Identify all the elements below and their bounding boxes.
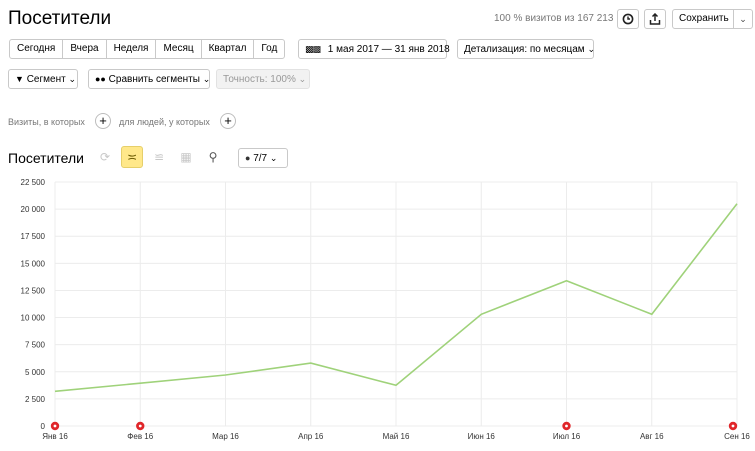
plus-icon: + [224,113,232,128]
y-tick-label: 7 500 [25,341,46,350]
chevron-down-icon: ⌄ [587,44,595,54]
y-tick-label: 20 000 [21,205,46,214]
compare-segments-label: Сравнить сегменты [108,74,200,85]
y-tick-label: 15 000 [21,259,46,268]
x-tick-label: Авг 16 [640,432,664,441]
period-selector: Сегодня Вчера Неделя Месяц Квартал Год [9,39,286,59]
y-tick-label: 2 500 [25,395,46,404]
compare-icon: ●● [95,74,106,84]
chevron-down-icon: ⌄ [202,74,211,84]
period-yesterday-button[interactable]: Вчера [62,39,107,59]
period-today-button[interactable]: Сегодня [9,39,64,59]
x-tick-label: Май 16 [383,432,410,441]
y-tick-label: 5 000 [25,368,46,377]
y-tick-label: 10 000 [21,314,46,323]
chevron-down-icon: ⌄ [739,14,747,24]
annotation-marker-icon[interactable] [50,421,60,431]
visits-filter-label: Визиты, в которых [8,117,85,127]
page-title: Посетители [8,8,112,29]
add-visit-filter-button[interactable]: + [95,113,111,129]
date-range-button[interactable]: ▩▩ 1 мая 2017 — 31 янв 2018 [298,39,450,59]
history-button[interactable] [617,9,639,29]
clock-icon [622,13,634,25]
chevron-down-icon: ⌄ [269,153,278,163]
detail-dropdown[interactable]: Детализация: по месяцам ⌄ [457,39,595,59]
y-tick-label: 0 [41,422,46,431]
period-week-button[interactable]: Неделя [105,39,157,59]
chevron-down-icon: ⌄ [68,74,77,84]
annotations-dropdown[interactable]: ● 7/7 ⌄ [238,148,288,168]
annotation-marker-icon[interactable] [136,421,145,431]
period-quarter-button[interactable]: Квартал [200,39,255,59]
x-tick-label: Сен 16 [724,432,750,441]
compare-segments-dropdown[interactable]: ●● Сравнить сегменты ⌄ [88,69,210,89]
x-tick-label: Янв 16 [42,432,68,441]
detail-label: Детализация: по месяцам [464,44,585,55]
area-chart-tool-icon[interactable]: ≌ [148,146,170,168]
visits-sample-note: 100 % визитов из 167 213 [494,13,614,24]
calendar-icon: ▩▩ [305,44,321,54]
period-month-button[interactable]: Месяц [155,39,202,59]
export-button[interactable] [644,9,666,29]
period-year-button[interactable]: Год [253,39,286,59]
x-tick-label: Июл 16 [553,432,581,441]
visitors-line-chart: 0 2 500 5 000 7 500 10 000 12 500 15 000 17 500… [21,178,751,441]
annotation-marker-icon[interactable] [728,421,738,431]
chart-title: Посетители [8,150,84,166]
x-tick-label: Апр 16 [298,432,324,441]
people-filter-label: для людей, у которых [119,117,210,127]
segment-dropdown[interactable]: ▼ Сегмент ⌄ [8,69,78,89]
plus-icon: + [99,113,107,128]
chevron-down-icon: ⌄ [298,74,307,84]
segment-label: Сегмент [26,74,66,85]
y-tick-label: 12 500 [21,286,46,295]
line-chart-tool-icon[interactable]: ≍ [121,146,143,168]
x-tick-label: Июн 16 [468,432,496,441]
annotation-marker-icon[interactable] [562,421,571,431]
y-tick-label: 17 500 [21,232,46,241]
annotations-count: 7/7 [253,153,268,164]
refresh-tool-icon[interactable]: ⟳ [94,146,116,168]
x-tick-label: Мар 16 [212,432,239,441]
accuracy-dropdown[interactable]: Точность: 100% ⌄ [216,69,310,89]
comment-icon: ● [245,153,251,163]
save-button[interactable]: Сохранить [672,9,734,29]
y-tick-label: 22 500 [21,178,46,187]
filter-icon: ▼ [15,74,24,84]
x-tick-label: Фев 16 [127,432,153,441]
accuracy-label: Точность: 100% [223,74,296,85]
map-tool-icon[interactable]: ⚲ [202,146,224,168]
export-icon [649,12,661,25]
add-people-filter-button[interactable]: + [220,113,236,129]
save-menu-button[interactable]: ⌄ [733,9,753,29]
date-range-label: 1 мая 2017 — 31 янв 2018 [327,44,450,55]
bar-chart-tool-icon[interactable]: ▦ [175,146,197,168]
